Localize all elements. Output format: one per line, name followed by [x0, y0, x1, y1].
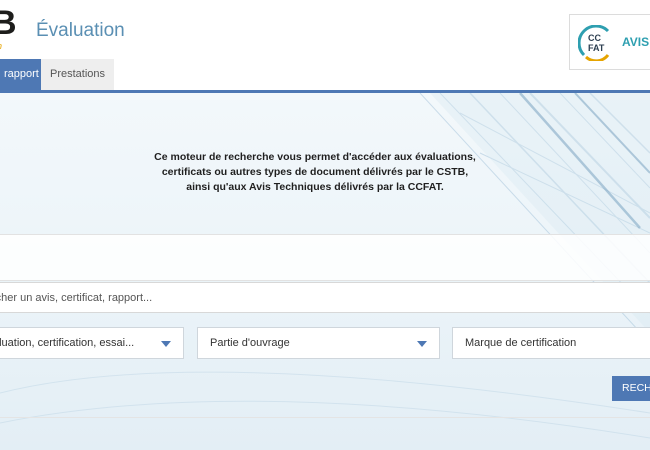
logo-letter: B: [0, 4, 17, 42]
divider: [0, 417, 650, 418]
svg-text:FAT: FAT: [588, 43, 605, 53]
search-button[interactable]: RECHE: [612, 376, 650, 401]
svg-text:CC: CC: [588, 33, 601, 43]
site-header: B on Évaluation CC FAT AVIS TE: [0, 0, 650, 70]
ccfat-logo-icon: CC FAT: [578, 25, 610, 61]
cstb-logo[interactable]: B on: [0, 4, 32, 51]
search-input[interactable]: [0, 282, 650, 313]
chevron-down-icon: [161, 341, 171, 347]
logo-tagline: on: [0, 42, 2, 51]
intro-text: Ce moteur de recherche vous permet d'acc…: [150, 150, 480, 195]
type-select[interactable]: aluation, certification, essai...: [0, 327, 184, 359]
page: B on Évaluation CC FAT AVIS TE rapport P…: [0, 0, 650, 450]
intro-line-1: Ce moteur de recherche vous permet d'acc…: [154, 151, 476, 163]
tab-bar: rapport Prestations: [0, 59, 650, 90]
mark-select[interactable]: Marque de certification: [452, 327, 650, 359]
type-select-value: aluation, certification, essai...: [0, 337, 135, 349]
chevron-down-icon: [417, 341, 427, 347]
search-hero: Ce moteur de recherche vous permet d'acc…: [0, 93, 650, 450]
search-band: [0, 234, 650, 281]
part-select-value: Partie d'ouvrage: [210, 337, 290, 349]
page-title: Évaluation: [36, 20, 125, 41]
ccfat-label: AVIS TE: [622, 35, 650, 49]
intro-line-3: ainsi qu'aux Avis Techniques délivrés pa…: [186, 181, 444, 193]
tab-rapport[interactable]: rapport: [0, 59, 42, 90]
tab-prestations[interactable]: Prestations: [41, 59, 114, 90]
part-select[interactable]: Partie d'ouvrage: [197, 327, 440, 359]
mark-select-value: Marque de certification: [465, 337, 577, 349]
intro-line-2: certificats ou autres types de document …: [161, 166, 469, 178]
